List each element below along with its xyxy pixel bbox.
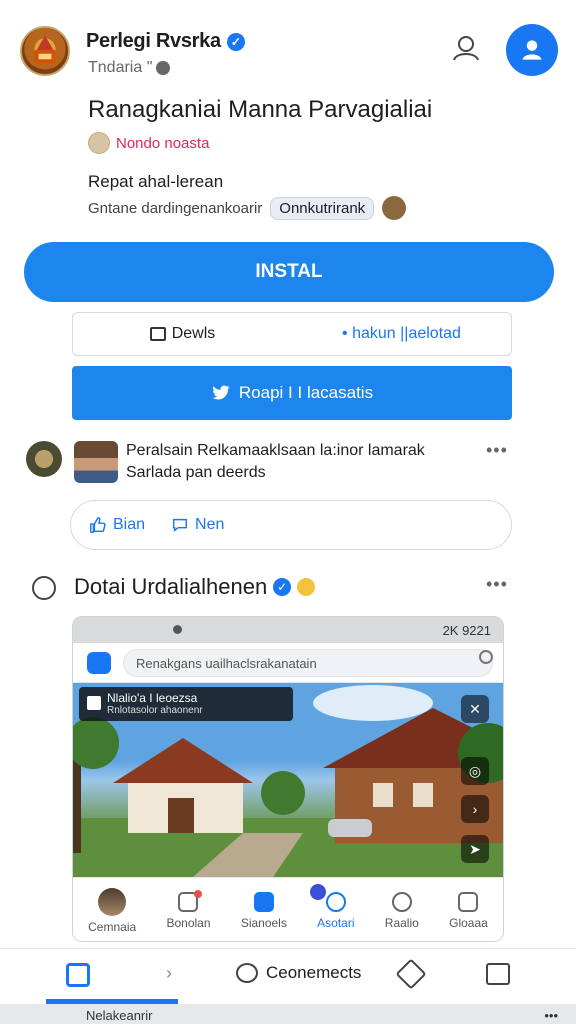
embedded-nav-item-3[interactable]: Asotari	[309, 883, 355, 930]
chat-add-icon	[178, 889, 203, 912]
embedded-nav-item-4[interactable]: Raalio	[384, 891, 419, 930]
share-button-label: Roapi I I lacasatis	[238, 383, 374, 402]
embedded-nav-label: Raalio	[384, 915, 419, 930]
details-right-label: • hakun ||aelotad	[342, 325, 461, 342]
home-icon[interactable]	[66, 963, 90, 987]
banner-title: Nlalio'a I leoezsa	[107, 691, 198, 705]
person-outline-button[interactable]	[450, 32, 482, 64]
like-button[interactable]: Bian	[89, 516, 145, 534]
camera-dot-icon	[173, 625, 182, 634]
tag-line[interactable]: Nondo noasta	[88, 132, 209, 154]
avatar-icon	[98, 887, 127, 916]
page-headline: Ranagkaniai Manna Parvagialiai	[88, 96, 433, 123]
banner-subtitle: Rnlotasolor ahaonenr	[107, 705, 203, 716]
section-title: Dotai Urdalialhenen ✓	[74, 574, 316, 600]
post-more-icon[interactable]: •••	[486, 440, 508, 461]
share-button[interactable]: Roapi I I lacasatis	[72, 366, 512, 420]
description-line2-text: Gntane dardingenankoarir	[88, 199, 263, 217]
compass-icon[interactable]: ◎	[461, 757, 489, 785]
system-strip-text: Nelakeanrir	[86, 1008, 153, 1023]
banner-icon	[87, 696, 101, 710]
person-circle-icon	[522, 40, 542, 60]
details-left-label: Dewls	[171, 325, 216, 342]
embedded-screenshot: 2K 9221 Renakgans uailhaclsrakanatain Nl…	[72, 616, 504, 942]
embedded-nav-item-1[interactable]: Bonolan	[166, 889, 211, 930]
app-logo	[20, 26, 70, 76]
heart-outline-icon	[391, 891, 412, 912]
post-line1: Peralsain Relkamaaklsaan la:inor lamarak	[126, 442, 425, 459]
embedded-nav-label: Sianoels	[240, 915, 287, 930]
details-box: Dewls • hakun ||aelotad	[72, 312, 512, 356]
bottom-nav: › Ceonemects	[0, 948, 576, 1004]
browser-logo-icon[interactable]	[87, 652, 111, 674]
subtitle-text: Tndaria "	[88, 59, 153, 76]
chevron-right-icon[interactable]: ›	[166, 963, 172, 984]
details-left-button[interactable]: Dewls	[73, 325, 292, 343]
embedded-nav-label: Asotari	[317, 915, 355, 930]
embedded-nav-item-2[interactable]: Sianoels	[240, 891, 287, 930]
app-name-text: Perlegi Rvsrka	[86, 30, 221, 52]
close-icon[interactable]: ✕	[461, 695, 489, 723]
description-line1: Repat ahal-lerean	[88, 172, 224, 191]
house-photo: Nlalio'a I leoezsa Rnlotasolor ahaonenr …	[73, 683, 503, 877]
embedded-nav-item-0[interactable]: Cemnaia	[88, 887, 137, 934]
verified-check-icon: ✓	[226, 32, 245, 51]
tag-line-text: Nondo noasta	[116, 134, 210, 152]
people-icon	[309, 883, 346, 912]
app-name: Perlegi Rvsrka ✓	[86, 30, 245, 53]
embedded-nav-label: Bonolan	[166, 915, 211, 930]
thumbs-up-icon	[90, 517, 106, 533]
embedded-nav-label: Gloaaa	[449, 915, 488, 930]
temple-logo-icon	[34, 35, 56, 63]
comment-bubble-icon	[236, 963, 258, 983]
post-line2: Sarlada pan deerds	[126, 464, 266, 481]
comments-label: Ceonemects	[266, 963, 362, 982]
section-title-text: Dotai Urdalialhenen	[74, 574, 268, 599]
description-pill[interactable]: Onnkutrirank	[270, 196, 375, 220]
install-button[interactable]: INSTAL	[24, 242, 554, 302]
frame-icon[interactable]	[486, 963, 510, 985]
clock-icon	[32, 576, 56, 600]
embedded-nav: Cemnaia Bonolan Sianoels Asotari Raalio …	[73, 877, 503, 941]
refresh-icon[interactable]	[479, 650, 493, 664]
reaction-bar: Bian Nen	[70, 500, 512, 550]
post-source-icon	[26, 441, 62, 477]
send-icon[interactable]: ➤	[461, 835, 489, 863]
embedded-url-bar: Renakgans uailhaclsrakanatain	[73, 643, 503, 683]
person-outline-icon	[453, 36, 479, 61]
embedded-url-field[interactable]: Renakgans uailhaclsrakanatain	[123, 649, 493, 677]
chevron-right-icon[interactable]: ›	[461, 795, 489, 823]
comment-button[interactable]: Nen	[171, 516, 224, 534]
account-button[interactable]	[506, 24, 558, 76]
speech-bubble-icon	[173, 518, 188, 532]
embedded-nav-item-5[interactable]: Gloaaa	[449, 891, 488, 930]
tag-avatar-icon	[88, 132, 110, 154]
section-more-icon[interactable]: •••	[486, 574, 508, 595]
embedded-status-time: 2K 9221	[442, 623, 491, 638]
copy-icon	[149, 327, 166, 341]
embedded-nav-label: Cemnaia	[88, 919, 137, 934]
like-label: Bian	[113, 516, 146, 533]
comments-tab[interactable]: Ceonemects	[236, 963, 361, 983]
mini-avatar	[382, 196, 407, 220]
scene-banner[interactable]: Nlalio'a I leoezsa Rnlotasolor ahaonenr	[79, 687, 293, 721]
globe-icon	[156, 60, 171, 75]
verified-check-icon: ✓	[273, 578, 292, 596]
smile-emoji-icon	[297, 578, 316, 596]
system-more-icon[interactable]: •••	[544, 1008, 558, 1023]
system-strip: Nelakeanrir •••	[0, 1004, 576, 1024]
tag-icon[interactable]	[395, 958, 427, 990]
comment-label: Nen	[195, 516, 225, 533]
embedded-status-bar: 2K 9221	[73, 617, 503, 643]
description-line2: Gntane dardingenankoarir Onnkutrirank	[88, 196, 407, 220]
post-avatar[interactable]	[74, 441, 118, 483]
message-icon	[253, 891, 274, 912]
square-icon	[458, 891, 479, 912]
details-right-button[interactable]: • hakun ||aelotad	[292, 325, 511, 343]
bird-icon	[212, 385, 230, 400]
app-subtitle: Tndaria "	[88, 59, 171, 77]
